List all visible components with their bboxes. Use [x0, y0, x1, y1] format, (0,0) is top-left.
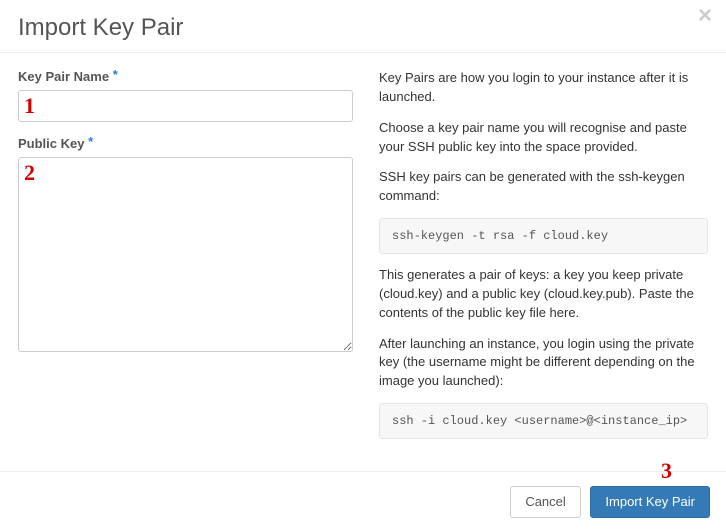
- public-key-textarea[interactable]: [18, 157, 353, 352]
- dialog-title: Import Key Pair: [18, 14, 708, 42]
- dialog-header: Import Key Pair ×: [0, 0, 726, 53]
- required-star-icon: *: [88, 134, 93, 149]
- key-pair-name-label: Key Pair Name *: [18, 69, 353, 84]
- close-icon[interactable]: ×: [698, 4, 712, 28]
- help-text: This generates a pair of keys: a key you…: [379, 266, 708, 323]
- help-column: Key Pairs are how you login to your inst…: [379, 69, 708, 451]
- dialog-footer: 3 Cancel Import Key Pair: [0, 471, 726, 532]
- sshkeygen-command: ssh-keygen -t rsa -f cloud.key: [379, 218, 708, 254]
- help-text: Choose a key pair name you will recognis…: [379, 119, 708, 157]
- ssh-login-command: ssh -i cloud.key <username>@<instance_ip…: [379, 403, 708, 439]
- key-pair-name-input[interactable]: [18, 90, 353, 122]
- import-key-pair-button[interactable]: Import Key Pair: [590, 486, 710, 518]
- key-pair-name-group: Key Pair Name * 1: [18, 69, 353, 122]
- cancel-button[interactable]: Cancel: [510, 486, 580, 518]
- key-pair-name-label-text: Key Pair Name: [18, 69, 109, 84]
- dialog-body: Key Pair Name * 1 Public Key * 2: [0, 53, 726, 471]
- public-key-group: Public Key * 2: [18, 136, 353, 355]
- public-key-label: Public Key *: [18, 136, 353, 151]
- public-key-label-text: Public Key: [18, 136, 84, 151]
- help-text: SSH key pairs can be generated with the …: [379, 168, 708, 206]
- required-star-icon: *: [113, 67, 118, 82]
- form-column: Key Pair Name * 1 Public Key * 2: [18, 69, 353, 451]
- help-text: Key Pairs are how you login to your inst…: [379, 69, 708, 107]
- help-text: After launching an instance, you login u…: [379, 335, 708, 392]
- import-key-pair-dialog: Import Key Pair × Key Pair Name * 1 Publ…: [0, 0, 726, 532]
- annotation-3: 3: [661, 458, 672, 484]
